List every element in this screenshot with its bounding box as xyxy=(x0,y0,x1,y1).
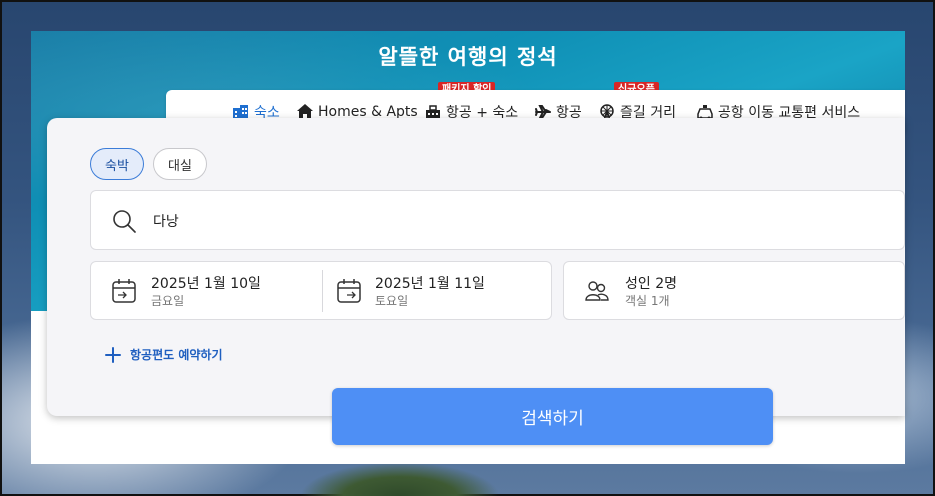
hero-title: 알뜰한 여행의 정석 xyxy=(378,45,558,69)
search-card: 숙박 대실 다낭 2025년 1월 10일 금요일 2025년 1월 11일 토… xyxy=(47,118,905,416)
checkin-date: 2025년 1월 10일 xyxy=(151,276,261,292)
search-button[interactable]: 검색하기 xyxy=(332,388,773,445)
date-divider xyxy=(322,270,323,312)
calendar-checkout-icon xyxy=(337,279,361,303)
page: 알뜰한 여행의 정석 패키지 할인 신규오픈 숙소 Homes & Apts xyxy=(31,31,905,464)
palm-tree-image xyxy=(300,462,500,496)
toggle-overnight[interactable]: 숙박 xyxy=(90,148,144,180)
destination-value: 다낭 xyxy=(153,214,179,230)
calendar-checkin-icon xyxy=(112,279,136,303)
add-flight-label: 항공편도 예약하기 xyxy=(130,348,223,362)
guests-picker[interactable]: 성인 2명 객실 1개 xyxy=(563,261,905,320)
guests-count: 성인 2명 xyxy=(625,276,677,292)
checkout-date: 2025년 1월 11일 xyxy=(375,276,485,292)
plus-icon xyxy=(105,346,121,363)
add-flight-link[interactable]: 항공편도 예약하기 xyxy=(105,346,223,363)
toggle-day-use[interactable]: 대실 xyxy=(153,148,207,180)
rooms-count: 객실 1개 xyxy=(625,294,670,308)
destination-input[interactable]: 다낭 xyxy=(90,190,905,250)
people-icon xyxy=(585,281,609,301)
checkin-weekday: 금요일 xyxy=(151,294,185,308)
checkout-weekday: 토요일 xyxy=(375,294,409,308)
search-icon xyxy=(113,210,136,233)
date-range-picker[interactable]: 2025년 1월 10일 금요일 2025년 1월 11일 토요일 xyxy=(90,261,552,320)
